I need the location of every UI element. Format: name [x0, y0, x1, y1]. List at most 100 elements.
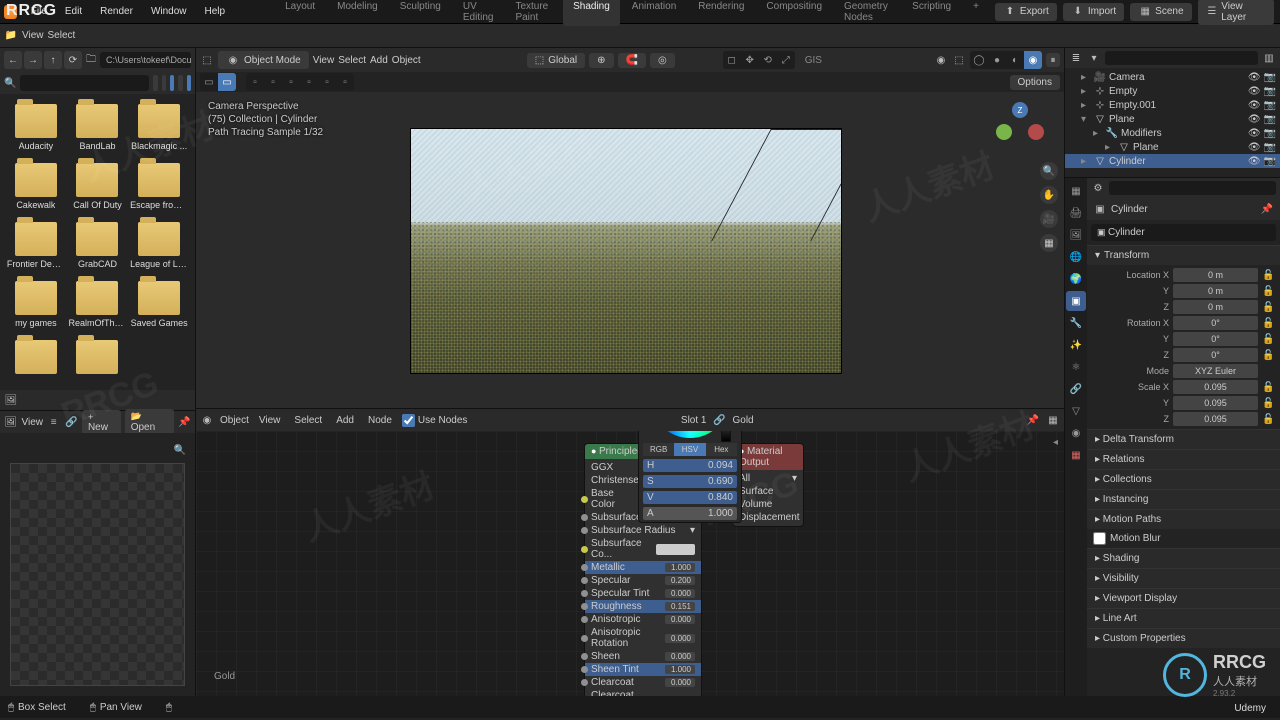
imgedit-mode-icon[interactable]: ≡: [47, 415, 60, 429]
ptab-material-icon[interactable]: ◉: [1066, 423, 1086, 443]
ptab-render-icon[interactable]: ▦: [1066, 181, 1086, 201]
loc-z[interactable]: 0 m: [1173, 300, 1258, 314]
nav-back-button[interactable]: ←: [4, 51, 22, 69]
value-slider[interactable]: [721, 431, 731, 442]
vp-type-icon[interactable]: ⬚: [200, 53, 214, 67]
panel-transform-header[interactable]: ▾ Transform: [1087, 246, 1280, 265]
object-name-field[interactable]: ▣ Cylinder: [1091, 224, 1276, 241]
disclosure-icon[interactable]: ▾: [1081, 114, 1091, 125]
ptab-world-icon[interactable]: 🌍: [1066, 269, 1086, 289]
lock-icon[interactable]: 🔓: [1262, 334, 1274, 345]
nav-gizmo[interactable]: Z: [996, 102, 1044, 150]
tool-cursor-icon[interactable]: ▭: [200, 73, 218, 91]
folder-item[interactable]: [68, 336, 128, 381]
overlays-icon[interactable]: ◉: [934, 53, 948, 67]
material-link-icon[interactable]: 🔗: [712, 413, 726, 427]
gizmo-move-icon[interactable]: ✥: [741, 51, 759, 69]
vp-object[interactable]: Object: [392, 55, 421, 66]
ne-pin-icon[interactable]: 📌: [1026, 413, 1040, 427]
panel-header[interactable]: ▸ Instancing: [1087, 490, 1280, 509]
ptab-physics-icon[interactable]: ⚛: [1066, 357, 1086, 377]
menu-edit[interactable]: Edit: [57, 3, 90, 20]
outliner-item[interactable]: ▸⊹Empty👁📷: [1065, 84, 1280, 98]
camera-nav-icon[interactable]: 🎥: [1040, 210, 1058, 228]
gizmo-scale-icon[interactable]: ⤢: [777, 51, 795, 69]
ptab-particles-icon[interactable]: ✨: [1066, 335, 1086, 355]
lock-icon[interactable]: 🔓: [1262, 350, 1274, 361]
editor-type-icon[interactable]: 🖼: [4, 393, 18, 407]
disclosure-icon[interactable]: ▸: [1105, 142, 1115, 153]
panel-header[interactable]: ▸ Line Art: [1087, 609, 1280, 628]
output-displacement[interactable]: Displacement: [733, 511, 803, 524]
snap6-icon[interactable]: ▫: [336, 73, 354, 91]
vp-add[interactable]: Add: [370, 55, 388, 66]
folder-item[interactable]: League of Leg...: [129, 218, 189, 273]
scale-y[interactable]: 0.095: [1173, 396, 1258, 410]
imgedit-type-icon[interactable]: 🖼: [4, 415, 17, 429]
ws-scripting[interactable]: Scripting: [902, 0, 961, 26]
color-wheel[interactable]: [650, 431, 730, 438]
display-thumb-button[interactable]: [170, 75, 174, 91]
outliner-item[interactable]: ▸▽Plane👁📷: [1065, 140, 1280, 154]
nav-newdir-button[interactable]: 🗀: [86, 52, 96, 69]
menu-help[interactable]: Help: [197, 3, 234, 20]
ne-add[interactable]: Add: [332, 413, 358, 428]
orientation-dropdown[interactable]: ⬚ Global: [527, 53, 585, 68]
slot-dropdown[interactable]: Slot 1: [681, 415, 707, 426]
ptab-output-icon[interactable]: 🖨: [1066, 203, 1086, 223]
disclosure-icon[interactable]: ▸: [1081, 100, 1091, 111]
folder-item[interactable]: GrabCAD: [68, 218, 128, 273]
panel-header[interactable]: ▸ Custom Properties: [1087, 629, 1280, 648]
rot-z[interactable]: 0°: [1173, 348, 1258, 362]
eye-icon[interactable]: 👁: [1248, 100, 1261, 111]
folder-item[interactable]: Frontier Deve...: [6, 218, 66, 273]
outliner-search[interactable]: [1105, 51, 1258, 65]
shade-matprev-icon[interactable]: ◐: [1006, 51, 1024, 69]
disclosure-icon[interactable]: ▸: [1081, 156, 1091, 167]
vp-view[interactable]: View: [313, 55, 335, 66]
node-socket[interactable]: Clearcoat0.000: [585, 676, 701, 689]
ws-sculpting[interactable]: Sculpting: [390, 0, 451, 26]
color-picker-popup[interactable]: RGB HSV Hex H0.094 S0.690 V0.840 A1.000: [638, 431, 742, 523]
disclosure-icon[interactable]: ▸: [1081, 86, 1091, 97]
mode-dropdown[interactable]: ◉Object Mode: [218, 51, 309, 69]
nav-fwd-button[interactable]: →: [24, 51, 42, 69]
eye-icon[interactable]: 👁: [1248, 128, 1261, 139]
output-volume[interactable]: Volume: [733, 498, 803, 511]
ne-sidebar-toggle-icon[interactable]: ◂: [1053, 437, 1058, 448]
gizmo-y-icon[interactable]: [996, 124, 1012, 140]
snap5-icon[interactable]: ▫: [318, 73, 336, 91]
panel-header[interactable]: ▸ Relations: [1087, 450, 1280, 469]
props-type-icon[interactable]: ⚙: [1091, 181, 1105, 195]
node-socket[interactable]: Clearcoat Roughness0.000: [585, 689, 701, 696]
node-socket[interactable]: Specular0.200: [585, 574, 701, 587]
lock-icon[interactable]: 🔓: [1262, 286, 1274, 297]
nav-up-button[interactable]: ↑: [44, 51, 62, 69]
shade-render-icon[interactable]: ◉: [1024, 51, 1042, 69]
zoom-icon[interactable]: 🔍: [171, 441, 189, 459]
ptab-texture-icon[interactable]: ▦: [1066, 445, 1086, 465]
props-search[interactable]: [1109, 181, 1276, 195]
scene-dropdown[interactable]: ▦Scene: [1130, 3, 1191, 21]
filebrowser-icon[interactable]: 📁: [4, 29, 18, 43]
filter-button[interactable]: [187, 75, 191, 91]
viewport-3d[interactable]: Camera Perspective (75) Collection | Cyl…: [196, 92, 1064, 408]
ptab-constraints-icon[interactable]: 🔗: [1066, 379, 1086, 399]
nav-refresh-button[interactable]: ⟳: [64, 51, 82, 69]
sort-button[interactable]: [178, 75, 182, 91]
snap4-icon[interactable]: ▫: [300, 73, 318, 91]
rot-mode[interactable]: XYZ Euler: [1173, 364, 1258, 378]
ws-shading[interactable]: Shading: [563, 0, 620, 26]
gizmo-rot-icon[interactable]: ⟲: [759, 51, 777, 69]
ws-add[interactable]: +: [963, 0, 989, 26]
path-field[interactable]: C:\Users\tokeef\Docum...: [100, 52, 191, 68]
node-socket[interactable]: Roughness0.151: [585, 600, 701, 613]
tab-hex[interactable]: Hex: [706, 443, 737, 456]
ws-uvediting[interactable]: UV Editing: [453, 0, 504, 26]
ne-overlay-icon[interactable]: ▦: [1046, 413, 1060, 427]
render-vis-icon[interactable]: 📷: [1264, 156, 1276, 167]
outliner-item[interactable]: ▸🎥Camera👁📷: [1065, 70, 1280, 84]
node-socket[interactable]: Subsurface Co...: [585, 537, 701, 561]
viewlayer-dropdown[interactable]: ☰View Layer: [1198, 0, 1274, 25]
pin-icon[interactable]: 📌: [1260, 202, 1274, 216]
